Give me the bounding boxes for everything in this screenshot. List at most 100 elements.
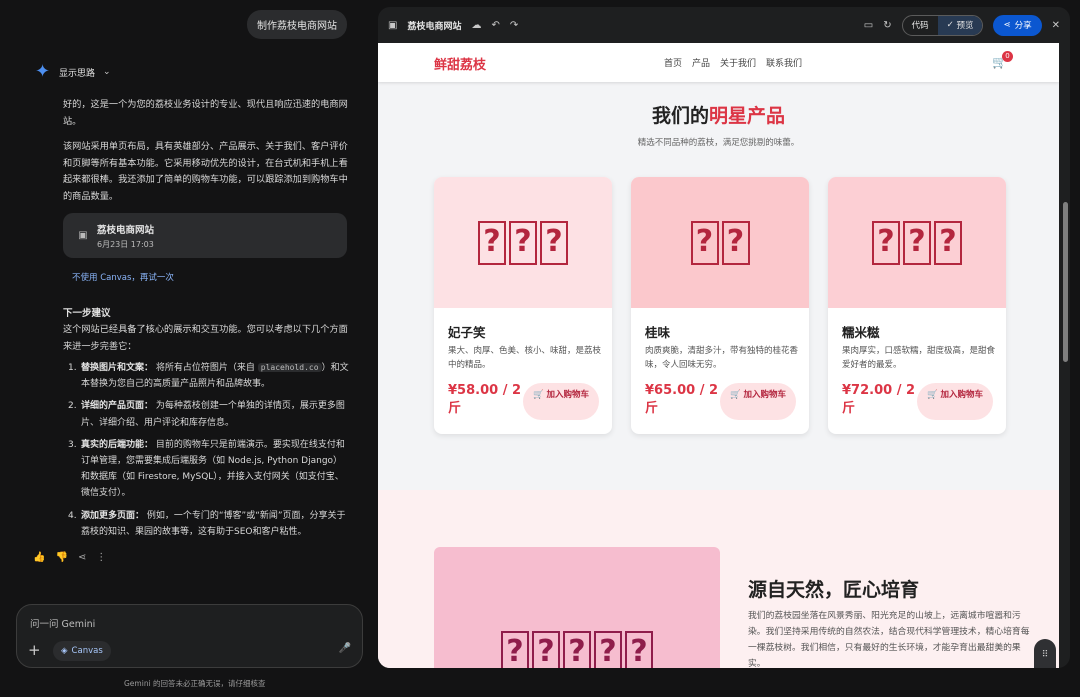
- list-item: 1. 替换图片和文案： 将所有占位符图片（来自 placehold.co）和文本…: [63, 360, 349, 392]
- tab-code[interactable]: 代码: [903, 16, 938, 35]
- add-to-cart-button[interactable]: 🛒 加入购物车: [720, 383, 796, 420]
- list-item: 4. 添加更多页面： 例如，一个专门的“博客”或“新闻”页面，分享关于荔枝的知识…: [63, 508, 349, 540]
- code-window-icon: ▣: [388, 20, 397, 31]
- product-image-placeholder: ???: [434, 177, 612, 308]
- product-price: ¥65.00 / 2斤: [645, 382, 725, 418]
- chevron-down-icon: ⌄: [103, 67, 111, 77]
- cart-count-badge: 0: [1002, 51, 1013, 62]
- feedback-bar: 👍 👎 ⋖ ⋮: [33, 552, 106, 563]
- show-thinking-toggle[interactable]: ✦ 显示思路 ⌄: [35, 64, 111, 80]
- canvas-chip[interactable]: ◈ Canvas: [53, 641, 111, 661]
- missing-glyph-icon: ?: [501, 631, 529, 668]
- cloud-sync-icon: ☁: [471, 20, 481, 31]
- site-navbar: 鲜甜荔枝 首页 产品 关于我们 联系我们 🛒 0: [378, 43, 1059, 82]
- cart-icon: 🛒: [533, 390, 547, 400]
- product-card: ?? 桂味 肉质爽脆，清甜多汁，带有独特的桂花香味，令人回味无穷。 ¥65.00…: [631, 177, 809, 434]
- canvas-card-title: 荔枝电商网站: [97, 222, 154, 236]
- missing-glyph-icon: ?: [903, 221, 931, 265]
- missing-glyph-icon: ?: [509, 221, 537, 265]
- redo-icon[interactable]: ↷: [510, 20, 518, 31]
- inline-code: placehold.co: [258, 363, 322, 372]
- canvas-icon: ◈: [61, 646, 68, 656]
- missing-glyph-icon: ?: [532, 631, 560, 668]
- products-section-subtitle: 精选不同品种的荔枝，满足您挑剔的味蕾。: [378, 136, 1059, 148]
- thumbs-up-icon[interactable]: 👍: [33, 552, 45, 563]
- console-icon[interactable]: ▭: [864, 20, 873, 31]
- product-description: 果肉厚实，口感软糯，甜度极高，是甜食爱好者的最爱。: [842, 345, 995, 372]
- missing-glyph-icon: ?: [934, 221, 962, 265]
- retry-without-canvas-link[interactable]: 不使用 Canvas，再试一次: [72, 271, 174, 283]
- add-to-cart-button[interactable]: 🛒 加入购物车: [917, 383, 993, 420]
- product-price: ¥72.00 / 2斤: [842, 382, 922, 418]
- site-preview: 鲜甜荔枝 首页 产品 关于我们 联系我们 🛒 0 我们的明星产品 精选不同品种的…: [378, 43, 1059, 668]
- more-options-icon[interactable]: ⋮: [96, 552, 106, 563]
- missing-glyph-icon: ?: [691, 221, 719, 265]
- missing-glyph-icon: ?: [563, 631, 591, 668]
- prompt-input[interactable]: 问一问 Gemini + ◈ Canvas 🎤: [16, 604, 363, 668]
- check-icon: ✓: [947, 20, 957, 30]
- missing-glyph-icon: ?: [625, 631, 653, 668]
- floating-tools-button[interactable]: ⠿✧: [1034, 639, 1056, 668]
- nav-link-products[interactable]: 产品: [692, 56, 710, 69]
- missing-glyph-icon: ?: [540, 221, 568, 265]
- product-name: 妃子笑: [448, 322, 486, 341]
- cart-icon: 🛒: [730, 390, 744, 400]
- product-card: ??? 糯米糍 果肉厚实，口感软糯，甜度极高，是甜食爱好者的最爱。 ¥72.00…: [828, 177, 1006, 434]
- preview-scrollbar[interactable]: [1063, 202, 1068, 362]
- about-title: 源自天然，匠心培育: [748, 575, 919, 602]
- product-name: 糯米糍: [842, 322, 880, 341]
- nav-link-home[interactable]: 首页: [664, 56, 682, 69]
- missing-glyph-icon: ?: [722, 221, 750, 265]
- site-logo[interactable]: 鲜甜荔枝: [434, 54, 486, 73]
- response-paragraph-2: 该网站采用单页布局，具有英雄部分、产品展示、关于我们、客户评价和页脚等所有基本功…: [63, 139, 349, 205]
- prompt-placeholder: 问一问 Gemini: [30, 616, 95, 630]
- cart-icon: 🛒: [927, 390, 941, 400]
- disclaimer: Gemini 的回答未必正确无误，请仔细核查: [124, 678, 266, 689]
- response-paragraph-1: 好的，这是一个为您的荔枝业务设计的专业、现代且响应迅速的电商网站。: [63, 97, 349, 130]
- canvas-card-date: 6月23日 17:03: [97, 239, 154, 250]
- code-preview-toggle: 代码 ✓ 预览: [902, 15, 984, 36]
- canvas-toolbar: ▣ 荔枝电商网站 ☁ ↶ ↷ ▭ ↻ 代码 ✓ 预览 ⋖ 分享 ✕: [378, 7, 1070, 43]
- add-icon[interactable]: +: [28, 641, 41, 659]
- next-steps-heading: 下一步建议: [63, 305, 111, 319]
- gemini-spark-icon: ✦: [35, 64, 51, 80]
- product-card: ??? 妃子笑 果大、肉厚、色美、核小、味甜，是荔枝中的精品。 ¥58.00 /…: [434, 177, 612, 434]
- drag-handle-icon: ⠿: [1042, 650, 1049, 660]
- product-description: 肉质爽脆，清甜多汁，带有独特的桂花香味，令人回味无穷。: [645, 345, 798, 372]
- chat-panel: 制作荔枝电商网站 ✦ 显示思路 ⌄ 好的，这是一个为您的荔枝业务设计的专业、现代…: [0, 0, 378, 697]
- missing-glyph-icon: ?: [478, 221, 506, 265]
- undo-icon[interactable]: ↶: [491, 20, 499, 31]
- close-icon[interactable]: ✕: [1052, 20, 1060, 31]
- product-image-placeholder: ???: [828, 177, 1006, 308]
- about-text: 我们的荔枝园坐落在风景秀丽、阳光充足的山坡上，远离城市喧嚣和污染。我们坚持采用传…: [748, 608, 1034, 668]
- share-icon[interactable]: ⋖: [78, 552, 86, 563]
- missing-glyph-icon: ?: [594, 631, 622, 668]
- canvas-title: 荔枝电商网站: [407, 19, 461, 32]
- list-item: 2. 详细的产品页面： 为每种荔枝创建一个单独的详情页，展示更多图片、详细介绍、…: [63, 398, 349, 430]
- products-section-title: 我们的明星产品: [378, 101, 1059, 128]
- user-message: 制作荔枝电商网站: [247, 10, 347, 39]
- canvas-card[interactable]: ▣ 荔枝电商网站 6月23日 17:03: [63, 213, 347, 258]
- next-steps-intro: 这个网站已经具备了核心的展示和交互功能。您可以考虑以下几个方面来进一步完善它：: [63, 322, 349, 355]
- product-image-placeholder: ??: [631, 177, 809, 308]
- suggestion-list: 1. 替换图片和文案： 将所有占位符图片（来自 placehold.co）和文本…: [63, 360, 349, 546]
- product-name: 桂味: [645, 322, 670, 341]
- refresh-icon[interactable]: ↻: [883, 20, 891, 31]
- share-button[interactable]: ⋖ 分享: [993, 15, 1041, 36]
- site-nav-links: 首页 产品 关于我们 联系我们: [664, 56, 802, 69]
- missing-glyph-icon: ?: [872, 221, 900, 265]
- microphone-icon[interactable]: 🎤: [339, 643, 351, 654]
- code-window-icon: ▣: [69, 230, 97, 241]
- share-icon: ⋖: [1003, 20, 1010, 30]
- nav-link-about[interactable]: 关于我们: [720, 56, 756, 69]
- thumbs-down-icon[interactable]: 👎: [55, 552, 67, 563]
- thinking-label: 显示思路: [59, 66, 95, 79]
- product-price: ¥58.00 / 2斤: [448, 382, 528, 418]
- nav-link-contact[interactable]: 联系我们: [766, 56, 802, 69]
- add-to-cart-button[interactable]: 🛒 加入购物车: [523, 383, 599, 420]
- about-image-placeholder: ?????: [434, 547, 720, 668]
- tab-preview[interactable]: ✓ 预览: [938, 16, 983, 35]
- list-item: 3. 真实的后端功能： 目前的购物车只是前端演示。要实现在线支付和订单管理，您需…: [63, 437, 349, 502]
- product-description: 果大、肉厚、色美、核小、味甜，是荔枝中的精品。: [448, 345, 601, 372]
- canvas-panel: ▣ 荔枝电商网站 ☁ ↶ ↷ ▭ ↻ 代码 ✓ 预览 ⋖ 分享 ✕ 鲜甜荔枝 首…: [378, 7, 1070, 668]
